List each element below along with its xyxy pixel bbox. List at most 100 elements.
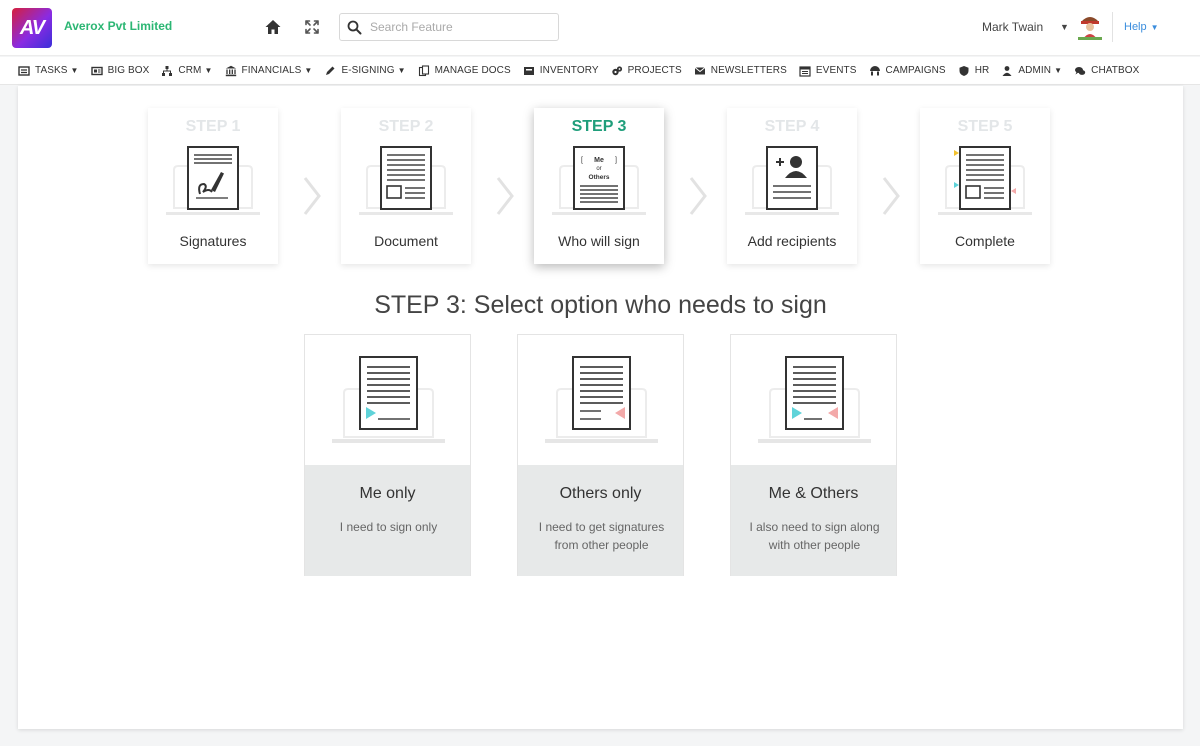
company-name[interactable]: Averox Pvt Limited <box>64 19 172 33</box>
step-3-card[interactable]: STEP 3 [ ] Me or Others Who will sign <box>534 108 664 264</box>
icon-text-me: Me <box>594 157 604 164</box>
company-logo[interactable]: AV <box>12 8 52 48</box>
user-name[interactable]: Mark Twain <box>982 20 1043 34</box>
main-menu: TASKS ▼ BIG BOX CRM ▼ FINANCIALS ▼ E-SIGNIN… <box>0 57 1200 85</box>
step-5-card[interactable]: STEP 5 Complete <box>920 108 1050 264</box>
help-menu[interactable]: Help ▼ <box>1124 21 1159 33</box>
signature-document-icon <box>166 146 260 215</box>
me-or-others-icon: [ ] Me or Others <box>552 146 646 215</box>
chevron-right-icon <box>689 177 707 215</box>
step-1-card[interactable]: STEP 1 Signatures <box>148 108 278 264</box>
chevron-right-icon <box>882 177 900 215</box>
help-label: Help <box>1124 21 1147 33</box>
svg-text:]: ] <box>615 157 617 164</box>
crm-icon <box>162 65 173 76</box>
menu-label: ADMIN <box>1018 65 1052 76</box>
chevron-right-icon <box>303 177 321 215</box>
menu-financials[interactable]: FINANCIALS ▼ <box>225 65 313 77</box>
chevron-down-icon: ▼ <box>397 66 406 75</box>
menu-label: FINANCIALS <box>241 65 302 76</box>
menu-label: TASKS <box>35 65 68 76</box>
menu-label: NEWSLETTERS <box>710 65 787 76</box>
step-2-card[interactable]: STEP 2 Document <box>341 108 471 264</box>
step-label: Add recipients <box>747 233 837 249</box>
avatar[interactable] <box>1075 11 1105 41</box>
menu-tasks[interactable]: TASKS ▼ <box>18 65 79 77</box>
option-details: Others only I need to get signatures fro… <box>518 465 683 576</box>
step-label: Complete <box>955 233 1015 249</box>
complete-document-icon <box>938 146 1032 215</box>
step-title: STEP 4 <box>764 118 820 135</box>
tasks-icon <box>18 65 30 76</box>
search-icon[interactable] <box>347 20 362 35</box>
chat-icon <box>1075 66 1086 75</box>
option-title: Me & Others <box>768 485 859 502</box>
step-title: STEP 1 <box>185 118 241 135</box>
menu-chatbox[interactable]: CHATBOX <box>1074 65 1139 77</box>
menu-label: INVENTORY <box>539 65 599 76</box>
calendar-icon <box>799 65 811 77</box>
menu-events[interactable]: EVENTS <box>799 65 857 77</box>
step-label: Signatures <box>179 233 247 249</box>
projects-icon <box>611 65 622 75</box>
campaign-icon <box>869 65 880 75</box>
option-others-only[interactable]: Others only I need to get signatures fro… <box>517 334 684 576</box>
docs-icon <box>418 64 429 76</box>
chevron-down-icon: ▼ <box>304 66 313 75</box>
pen-icon <box>326 66 335 75</box>
menu-label: EVENTS <box>815 65 857 76</box>
admin-icon <box>1002 65 1012 76</box>
others-only-document-icon <box>545 356 658 443</box>
menu-label: BIG BOX <box>107 65 150 76</box>
step-label: Who will sign <box>558 233 640 249</box>
menu-campaigns[interactable]: CAMPAIGNS <box>869 65 946 77</box>
envelope-icon <box>694 66 706 74</box>
option-me-and-others[interactable]: Me & Others I also need to sign along wi… <box>730 334 897 576</box>
option-me-only[interactable]: Me only I need to sign only <box>304 334 471 576</box>
step-title: STEP 5 <box>957 118 1013 135</box>
menu-label: CHATBOX <box>1091 65 1140 76</box>
menu-crm[interactable]: CRM ▼ <box>161 65 212 77</box>
menu-inventory[interactable]: INVENTORY <box>523 65 599 77</box>
menu-newsletters[interactable]: NEWSLETTERS <box>694 65 787 77</box>
step-label: Document <box>374 233 438 249</box>
menu-label: HR <box>974 65 990 76</box>
search-box <box>339 13 559 41</box>
menu-label: PROJECTS <box>627 65 682 76</box>
step-4-card[interactable]: STEP 4 Add recipients <box>727 108 857 264</box>
option-title: Me only <box>359 485 416 502</box>
menu-manage-docs[interactable]: MANAGE DOCS <box>418 64 511 77</box>
user-menu-caret-icon[interactable]: ▼ <box>1060 22 1069 32</box>
menu-e-signing[interactable]: E-SIGNING ▼ <box>324 65 406 77</box>
add-recipient-icon <box>745 146 839 215</box>
search-input[interactable] <box>370 17 552 37</box>
chevron-down-icon: ▼ <box>70 66 79 75</box>
document-icon <box>359 146 453 215</box>
menu-label: CRM <box>178 65 202 76</box>
fullscreen-icon[interactable] <box>303 18 321 36</box>
menu-projects[interactable]: PROJECTS <box>611 65 682 77</box>
icon-text-or: or <box>596 166 601 172</box>
shield-icon <box>959 65 969 76</box>
option-description: I also need to sign along with other peo… <box>749 520 880 552</box>
chevron-right-icon <box>496 177 514 215</box>
menu-bigbox[interactable]: BIG BOX <box>90 65 150 77</box>
me-only-document-icon <box>332 356 445 443</box>
option-title: Others only <box>559 485 642 502</box>
option-description: I need to get signatures from other peop… <box>538 520 665 552</box>
chevron-down-icon: ▼ <box>1054 66 1063 75</box>
icon-text-others: Others <box>589 174 610 181</box>
menu-admin[interactable]: ADMIN ▼ <box>1001 65 1062 77</box>
bank-icon <box>225 65 236 76</box>
help-caret-icon: ▼ <box>1150 23 1159 32</box>
step-title: STEP 3 <box>571 118 627 135</box>
menu-hr[interactable]: HR <box>958 65 990 77</box>
page-title: STEP 3: Select option who needs to sign <box>374 291 827 319</box>
option-details: Me & Others I also need to sign along wi… <box>731 465 896 576</box>
svg-text:[: [ <box>581 157 583 164</box>
top-header: AV Averox Pvt Limited Mark Twain ▼ Help▼ <box>0 0 1200 56</box>
option-details: Me only I need to sign only <box>305 465 470 576</box>
menu-label: E-SIGNING <box>341 65 395 76</box>
header-divider <box>1112 12 1113 42</box>
home-icon[interactable] <box>264 18 282 36</box>
